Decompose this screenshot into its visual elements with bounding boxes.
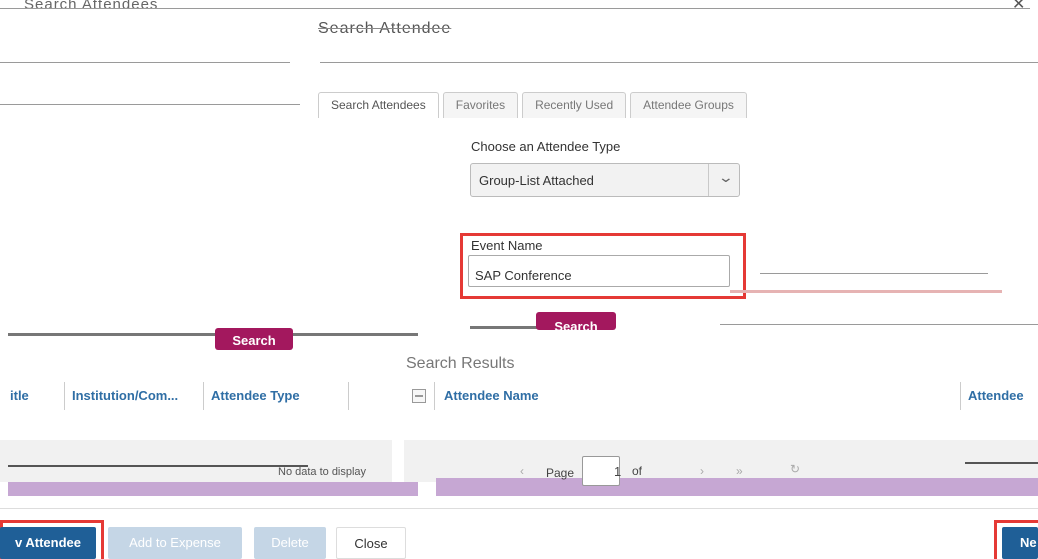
column-attendee-name[interactable]: Attendee Name (444, 388, 539, 403)
refresh-icon[interactable]: ↻ (790, 462, 800, 476)
tab-favorites[interactable]: Favorites (442, 92, 519, 118)
results-pager-bar (436, 478, 1038, 496)
new-attendee-button[interactable]: v Attendee (0, 527, 96, 559)
column-attendee-type[interactable]: Attendee Type (211, 388, 300, 403)
close-button[interactable]: Close (336, 527, 406, 559)
dialog-title: Search Attendees (24, 0, 159, 13)
tab-recently-used[interactable]: Recently Used (522, 92, 627, 118)
column-separator (960, 382, 961, 410)
delete-button: Delete (254, 527, 326, 559)
left-pager-bar (8, 482, 418, 496)
next-page-icon[interactable]: › (700, 464, 704, 478)
event-name-label: Event Name (471, 238, 543, 253)
search-button[interactable]: Search (215, 328, 293, 350)
column-separator (203, 382, 204, 410)
attendee-type-select[interactable]: Group-List Attached ⌄ (470, 163, 740, 197)
divider (0, 508, 1038, 509)
dialog-header-center: Search Attendee (318, 20, 452, 37)
tab-bar: Search Attendees Favorites Recently Used… (318, 92, 751, 118)
search-button-ghost[interactable]: Search (536, 312, 616, 330)
attendee-type-value: Group-List Attached (479, 173, 594, 188)
column-separator (348, 382, 349, 410)
divider (8, 333, 418, 336)
divider (760, 273, 988, 274)
left-grid-header: itle Institution/Com... Attendee Type (0, 380, 392, 412)
search-attendees-dialog: Search Attendees Search Attendee ✕ Searc… (0, 0, 1038, 559)
tab-search-attendees[interactable]: Search Attendees (318, 92, 439, 118)
column-separator (434, 382, 435, 410)
attendee-type-label: Choose an Attendee Type (471, 139, 621, 154)
divider (730, 290, 1002, 293)
divider (8, 465, 308, 467)
column-institution[interactable]: Institution/Com... (72, 388, 178, 403)
divider (965, 462, 1038, 464)
select-all-checkbox-icon[interactable] (412, 389, 426, 403)
add-to-expense-button: Add to Expense (108, 527, 242, 559)
chevron-down-icon: ⌄ (717, 169, 735, 185)
select-divider (708, 164, 709, 196)
event-name-field[interactable] (468, 255, 730, 287)
last-page-icon[interactable]: » (736, 464, 743, 478)
pager-page-label: Page (546, 466, 575, 480)
column-title[interactable]: itle (10, 388, 29, 403)
new-attendee-button-right[interactable]: Ne (1002, 527, 1038, 559)
search-results-title: Search Results (406, 355, 515, 372)
divider (0, 104, 300, 105)
tab-attendee-groups[interactable]: Attendee Groups (630, 92, 747, 118)
prev-page-icon[interactable]: ‹ (520, 464, 524, 478)
column-attendee[interactable]: Attendee (968, 388, 1024, 403)
pager-of-label: of (632, 464, 643, 478)
divider (720, 324, 1038, 325)
column-separator (64, 382, 65, 410)
divider (0, 412, 1038, 440)
no-data-message: No data to display (278, 466, 367, 478)
results-grid-header: Attendee Name Attendee (404, 380, 1038, 412)
divider (320, 62, 1038, 63)
divider (0, 8, 1030, 9)
divider (0, 62, 290, 63)
close-icon[interactable]: ✕ (1012, 0, 1025, 14)
event-name-input[interactable] (469, 256, 729, 286)
pager-page-number: 1 (614, 464, 622, 479)
